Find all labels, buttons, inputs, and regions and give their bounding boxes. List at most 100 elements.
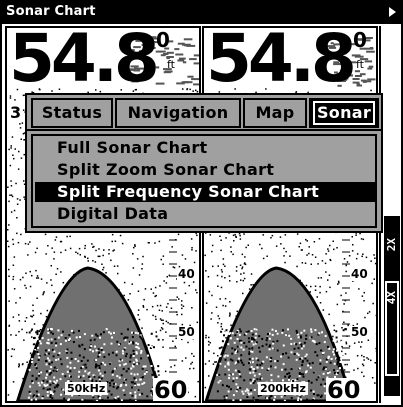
sonar-noise-dot	[172, 340, 174, 342]
sonar-bottom-dot	[335, 336, 338, 339]
sonar-noise-dot	[150, 288, 152, 290]
sonar-noise-dot	[167, 303, 169, 305]
menu-item-split-frequency-sonar-chart[interactable]: Split Frequency Sonar Chart	[35, 182, 375, 202]
sonar-bottom-dot	[216, 374, 219, 376]
sonar-bottom-dot	[282, 363, 285, 366]
sonar-bottom-dot	[88, 371, 91, 374]
sonar-noise-dot	[308, 252, 310, 255]
sonar-noise-dot	[102, 266, 105, 269]
sonar-bottom-dot	[240, 359, 243, 362]
sonar-noise-dot	[16, 232, 18, 235]
sonar-bottom-dot	[220, 330, 223, 333]
depth-readout-left: 54.8	[9, 26, 160, 97]
sonar-bottom-dot	[89, 348, 92, 351]
sonar-noise-dot	[351, 236, 353, 238]
sonar-noise-dot	[87, 257, 89, 260]
sonar-bottom-dot	[30, 333, 32, 336]
sonar-noise-dot	[329, 286, 331, 289]
sonar-bottom-dot	[270, 374, 273, 377]
sonar-noise-dot	[142, 255, 144, 258]
sonar-bottom-dot	[69, 361, 72, 364]
tab-map[interactable]: Map	[243, 98, 307, 128]
sonar-bottom-dot	[88, 376, 91, 378]
tab-sonar[interactable]: Sonar	[309, 98, 379, 128]
sonar-bottom-dot	[83, 348, 86, 351]
sonar-bottom-dot	[285, 334, 288, 337]
window-title: Sonar Chart	[6, 4, 96, 19]
sonar-noise-dot	[160, 258, 162, 261]
sonar-bottom-dot	[287, 356, 290, 359]
menu-item-full-sonar-chart[interactable]: Full Sonar Chart	[35, 138, 375, 158]
sonar-bottom-dot	[295, 358, 298, 361]
title-bar: Sonar Chart	[2, 2, 401, 24]
sonar-bottom-dot	[232, 380, 235, 383]
sonar-bottom-dot	[304, 355, 307, 358]
menu-item-split-zoom-sonar-chart[interactable]: Split Zoom Sonar Chart	[35, 160, 375, 180]
sonar-noise-dot	[211, 312, 213, 314]
sonar-noise-dot	[13, 256, 16, 258]
sonar-noise-dot	[10, 194, 13, 196]
sonar-bottom-dot	[306, 398, 308, 401]
sonar-bottom-dot	[257, 359, 260, 362]
sonar-bottom-dot	[57, 336, 60, 339]
sonar-noise-dot	[111, 240, 113, 243]
sonar-bottom-dot	[307, 380, 310, 382]
sonar-noise-dot	[211, 294, 213, 297]
surface-clutter	[352, 81, 360, 84]
tab-status[interactable]: Status	[31, 98, 113, 128]
sonar-noise-dot	[363, 359, 365, 361]
sonar-noise-dot	[154, 315, 157, 318]
sonar-bottom-dot	[250, 392, 253, 395]
sonar-bottom-dot	[37, 359, 40, 361]
sonar-bottom-dot	[287, 328, 289, 331]
sonar-bottom-dot	[276, 349, 279, 352]
sonar-noise-dot	[185, 357, 187, 359]
sonar-bottom-dot	[250, 399, 253, 401]
sonar-noise-dot	[154, 286, 157, 289]
sonar-bottom-dot	[92, 350, 94, 353]
title-arrow-right-icon[interactable]	[389, 7, 396, 17]
sonar-bottom-dot	[85, 366, 88, 369]
sonar-bottom-dot	[227, 368, 230, 371]
sonar-bottom-dot	[261, 345, 264, 348]
tab-map-label: Map	[255, 103, 295, 122]
sonar-bottom-dot	[329, 361, 332, 364]
sonar-noise-dot	[20, 233, 22, 236]
sonar-bottom-dot	[271, 328, 274, 331]
sonar-noise-dot	[31, 274, 33, 277]
sonar-noise-dot	[367, 339, 370, 341]
sonar-bottom-dot	[28, 331, 31, 334]
menu-item-digital-data[interactable]: Digital Data	[35, 204, 375, 224]
sonar-noise-dot	[329, 259, 332, 262]
sonar-bottom-dot	[131, 336, 134, 338]
sonar-noise-dot	[131, 283, 133, 285]
sonar-bottom-dot	[250, 389, 252, 392]
sonar-bottom-dot	[232, 399, 235, 401]
sonar-bottom-dot	[153, 354, 155, 357]
surface-clutter	[359, 73, 366, 76]
tab-navigation[interactable]: Navigation	[115, 98, 241, 128]
frequency-label-right: 200kHz	[258, 382, 308, 395]
sonar-noise-dot	[117, 272, 119, 275]
sonar-bottom-dot	[50, 338, 53, 341]
sonar-bottom-dot	[317, 376, 320, 379]
sonar-bottom-dot	[218, 373, 221, 376]
sonar-noise-dot	[210, 318, 212, 320]
sonar-bottom-dot	[93, 400, 96, 401]
sonar-bottom-dot	[150, 332, 153, 335]
sonar-bottom-dot	[225, 396, 228, 399]
sonar-bottom-dot	[229, 337, 232, 340]
sonar-bottom-dot	[144, 365, 147, 368]
sonar-noise-dot	[344, 353, 347, 355]
sonar-noise-dot	[15, 182, 17, 185]
sonar-bottom-dot	[145, 371, 148, 373]
sonar-noise-dot	[329, 244, 331, 247]
sonar-bottom-dot	[268, 337, 271, 340]
sonar-noise-dot	[317, 263, 319, 265]
sonar-bottom-dot	[284, 368, 287, 371]
sonar-noise-dot	[25, 272, 27, 274]
sonar-bottom-dot	[98, 367, 101, 370]
zoom-window[interactable]: 4X	[385, 281, 399, 376]
sonar-bottom-dot	[305, 371, 307, 374]
sonar-bottom-dot	[106, 400, 109, 401]
